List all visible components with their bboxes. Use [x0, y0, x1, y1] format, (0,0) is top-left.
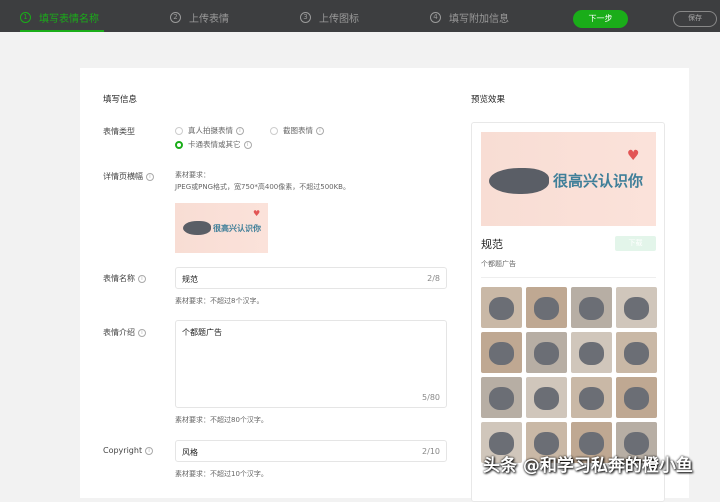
- preview-name: 规范: [481, 238, 503, 251]
- sticker-thumbnail[interactable]: [526, 287, 567, 328]
- banner-text: 很高兴认识你: [213, 224, 261, 233]
- radio-circle[interactable]: [270, 127, 278, 135]
- cat-shape: [624, 387, 649, 410]
- active-step-indicator: [20, 30, 104, 32]
- radio-cartoon[interactable]: 卡通表情或其它 i: [175, 139, 252, 150]
- section-title: 填写信息: [103, 95, 138, 105]
- char-count: 5/80: [422, 393, 440, 402]
- option-label: 截图表情: [283, 126, 313, 135]
- save-button[interactable]: 保存: [673, 11, 717, 27]
- cat-shape: [534, 297, 559, 320]
- cat-shape: [534, 342, 559, 365]
- info-icon[interactable]: i: [243, 141, 252, 149]
- cat-shape: [183, 221, 211, 235]
- sticker-thumbnail[interactable]: [481, 377, 522, 418]
- option-label: 真人拍摄表情: [188, 126, 233, 135]
- step-number: 3: [300, 12, 311, 23]
- top-bar: 1 填写表情名称 2 上传表情 3 上传图标 4 填写附加信息 下一步 保存: [0, 0, 720, 32]
- copyright-input[interactable]: 风格 2/10: [175, 440, 447, 462]
- preview-banner-text: 很高兴认识你: [553, 172, 644, 190]
- heart-icon: ♥: [253, 209, 261, 218]
- option-label: 卡通表情或其它: [188, 140, 241, 149]
- banner-label: 详情页横幅 i: [103, 171, 154, 182]
- heart-icon: ♥: [627, 148, 640, 164]
- step-3[interactable]: 3 上传图标: [300, 10, 359, 25]
- copyright-label: Copyright i: [103, 446, 154, 455]
- info-icon[interactable]: i: [138, 328, 146, 337]
- step-1[interactable]: 1 填写表情名称: [20, 10, 99, 25]
- input-value: 个都题广告: [182, 328, 222, 337]
- sticker-thumbnail[interactable]: [571, 287, 612, 328]
- name-input[interactable]: 规范 2/8: [175, 267, 447, 289]
- preview-title: 预览效果: [471, 95, 506, 105]
- cat-shape: [489, 387, 514, 410]
- radio-screenshot[interactable]: 截图表情 i: [270, 125, 324, 136]
- intro-hint: 素材要求：不超过80个汉字。: [175, 416, 268, 424]
- banner-req-text: JPEG或PNG格式，宽750*高400像素，不超过500KB。: [175, 183, 350, 191]
- input-value: 规范: [182, 275, 198, 284]
- sticker-thumbnail[interactable]: [571, 377, 612, 418]
- radio-real-photo[interactable]: 真人拍摄表情 i: [175, 125, 244, 136]
- copyright-hint: 素材要求：不超过10个汉字。: [175, 470, 268, 478]
- step-4[interactable]: 4 填写附加信息: [430, 10, 509, 25]
- char-count: 2/8: [427, 274, 440, 283]
- info-icon[interactable]: i: [138, 274, 146, 283]
- copyright-label-text: Copyright: [103, 446, 143, 455]
- info-icon[interactable]: i: [145, 446, 154, 455]
- radio-circle-selected[interactable]: [175, 141, 183, 149]
- banner-req-title: 素材要求：: [175, 171, 210, 179]
- preview-banner: 很高兴认识你 ♥: [481, 132, 656, 226]
- step-label: 上传图标: [319, 14, 359, 25]
- sticker-thumbnail[interactable]: [616, 377, 657, 418]
- sticker-thumbnail[interactable]: [481, 287, 522, 328]
- step-number: 1: [20, 12, 31, 23]
- info-icon[interactable]: i: [146, 172, 154, 181]
- step-label: 填写表情名称: [39, 14, 99, 25]
- sticker-thumbnail[interactable]: [526, 377, 567, 418]
- step-label: 上传表情: [189, 14, 229, 25]
- name-label: 表情名称 i: [103, 273, 146, 284]
- step-2[interactable]: 2 上传表情: [170, 10, 229, 25]
- cat-shape: [489, 342, 514, 365]
- sticker-thumbnail[interactable]: [526, 332, 567, 373]
- watermark: 头条 @和学习私奔的橙小鱼: [483, 456, 693, 476]
- sticker-thumbnail[interactable]: [571, 332, 612, 373]
- intro-label: 表情介绍 i: [103, 327, 146, 338]
- step-number: 4: [430, 12, 441, 23]
- step-number: 2: [170, 12, 181, 23]
- step-label: 填写附加信息: [449, 14, 509, 25]
- radio-circle[interactable]: [175, 127, 183, 135]
- next-step-button[interactable]: 下一步: [573, 10, 628, 28]
- info-icon[interactable]: i: [236, 127, 244, 135]
- type-label: 表情类型: [103, 127, 135, 136]
- sticker-thumbnail[interactable]: [481, 332, 522, 373]
- sticker-thumbnail[interactable]: [616, 287, 657, 328]
- intro-label-text: 表情介绍: [103, 328, 135, 337]
- cat-shape: [579, 387, 604, 410]
- name-hint: 素材要求：不超过8个汉字。: [175, 297, 264, 305]
- cat-shape: [534, 387, 559, 410]
- input-value: 风格: [182, 448, 198, 457]
- banner-label-text: 详情页横幅: [103, 172, 143, 181]
- preview-download-button: 下载: [615, 236, 656, 251]
- name-label-text: 表情名称: [103, 274, 135, 283]
- preview-desc: 个都题广告: [481, 260, 516, 268]
- cat-shape: [489, 297, 514, 320]
- cat-shape: [624, 297, 649, 320]
- cat-shape: [579, 297, 604, 320]
- info-icon[interactable]: i: [316, 127, 324, 135]
- cat-shape: [579, 342, 604, 365]
- cat-shape: [624, 342, 649, 365]
- cat-shape: [489, 168, 549, 194]
- char-count: 2/10: [422, 447, 440, 456]
- intro-textarea[interactable]: 个都题广告 5/80: [175, 320, 447, 408]
- divider: [481, 277, 656, 278]
- sticker-thumbnail[interactable]: [616, 332, 657, 373]
- banner-image[interactable]: 很高兴认识你 ♥: [175, 203, 268, 253]
